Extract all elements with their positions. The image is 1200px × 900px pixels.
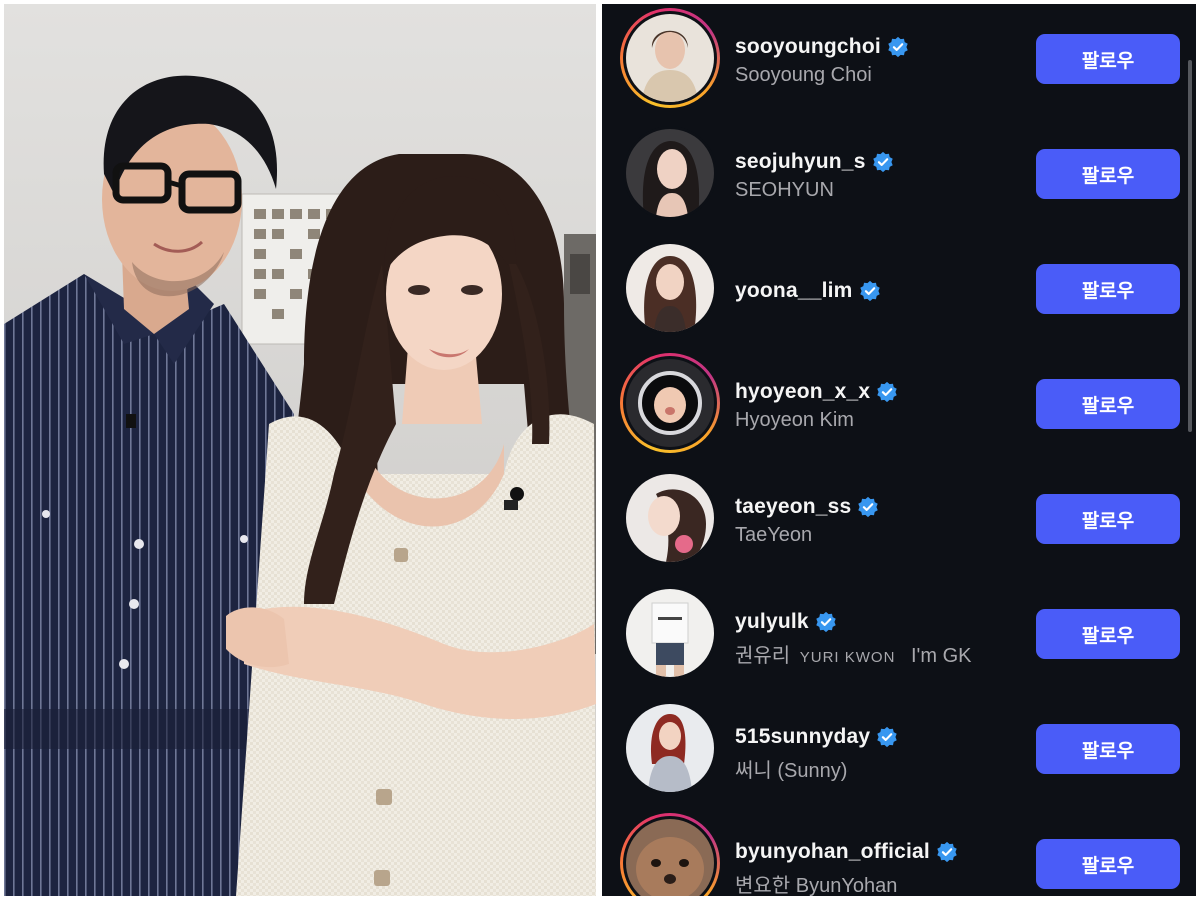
full-name: 써니 (Sunny) [735,760,848,782]
avatar-frame[interactable] [620,468,720,568]
follow-button[interactable]: 팔로우 [1036,609,1180,659]
username[interactable]: seojuhyun_s [735,150,866,174]
avatar[interactable] [626,589,714,677]
follow-button[interactable]: 팔로우 [1036,264,1180,314]
list-item: seojuhyun_s SEOHYUN 팔로우 [602,119,1196,234]
avatar-frame[interactable] [620,698,720,798]
verified-badge-icon [888,36,908,58]
verified-badge-icon [937,841,957,863]
verified-badge-icon [859,280,880,302]
username[interactable]: hyoyeon_x_x [735,380,870,404]
avatar-frame[interactable] [620,123,720,223]
username[interactable]: taeyeon_ss [735,495,851,519]
photo-two-people [4,4,596,896]
scrollbar[interactable] [1188,60,1192,432]
full-name-latin: YURI KWON [799,649,896,666]
follow-suggestions-list: sooyoungchoi Sooyoung Choi 팔로우 seojuhyun… [602,4,1196,896]
full-name: 변요한 ByunYohan [735,875,898,896]
follow-button[interactable]: 팔로우 [1036,379,1180,429]
avatar[interactable] [626,704,714,792]
avatar[interactable] [626,14,714,102]
follow-button[interactable]: 팔로우 [1036,34,1180,84]
list-item: yulyulk 권유리 YURI KWON I'm GK 팔로우 [602,579,1196,694]
list-item: sooyoungchoi Sooyoung Choi 팔로우 [602,4,1196,119]
story-ring[interactable] [620,813,720,896]
username[interactable]: 515sunnyday [735,725,870,749]
follow-button[interactable]: 팔로우 [1036,839,1180,889]
avatar[interactable] [626,129,714,217]
full-name: SEOHYUN [735,179,834,201]
list-item: hyoyeon_x_x Hyoyeon Kim 팔로우 [602,349,1196,464]
verified-badge-icon [877,726,897,748]
avatar[interactable] [626,244,714,332]
list-item: yoona__lim 팔로우 [602,234,1196,349]
full-name: Sooyoung Choi [735,64,872,86]
verified-badge-icon [816,611,836,633]
full-name: 권유리 YURI KWON I'm GK [735,639,972,668]
full-name: TaeYeon [735,524,813,546]
username[interactable]: yulyulk [735,610,809,634]
verified-badge-icon [872,151,893,173]
avatar[interactable] [626,359,714,447]
verified-badge-icon [877,381,897,403]
username[interactable]: sooyoungchoi [735,35,881,59]
full-name-korean: 권유리 [735,645,791,667]
avatar[interactable] [626,819,714,896]
avatar-frame[interactable] [620,583,720,683]
list-item: taeyeon_ss TaeYeon 팔로우 [602,464,1196,579]
verified-badge-icon [858,496,879,518]
follow-button[interactable]: 팔로우 [1036,149,1180,199]
story-ring[interactable] [620,353,720,453]
follow-button[interactable]: 팔로우 [1036,494,1180,544]
story-ring[interactable] [620,8,720,108]
list-item: byunyohan_official 변요한 ByunYohan 팔로우 [602,809,1196,896]
full-name: Hyoyeon Kim [735,409,854,431]
list-item: 515sunnyday 써니 (Sunny) 팔로우 [602,694,1196,809]
follow-button[interactable]: 팔로우 [1036,724,1180,774]
full-name-suffix: I'm GK [911,645,972,667]
avatar[interactable] [626,474,714,562]
username[interactable]: yoona__lim [735,279,853,303]
avatar-frame[interactable] [620,238,720,338]
username[interactable]: byunyohan_official [735,840,930,864]
